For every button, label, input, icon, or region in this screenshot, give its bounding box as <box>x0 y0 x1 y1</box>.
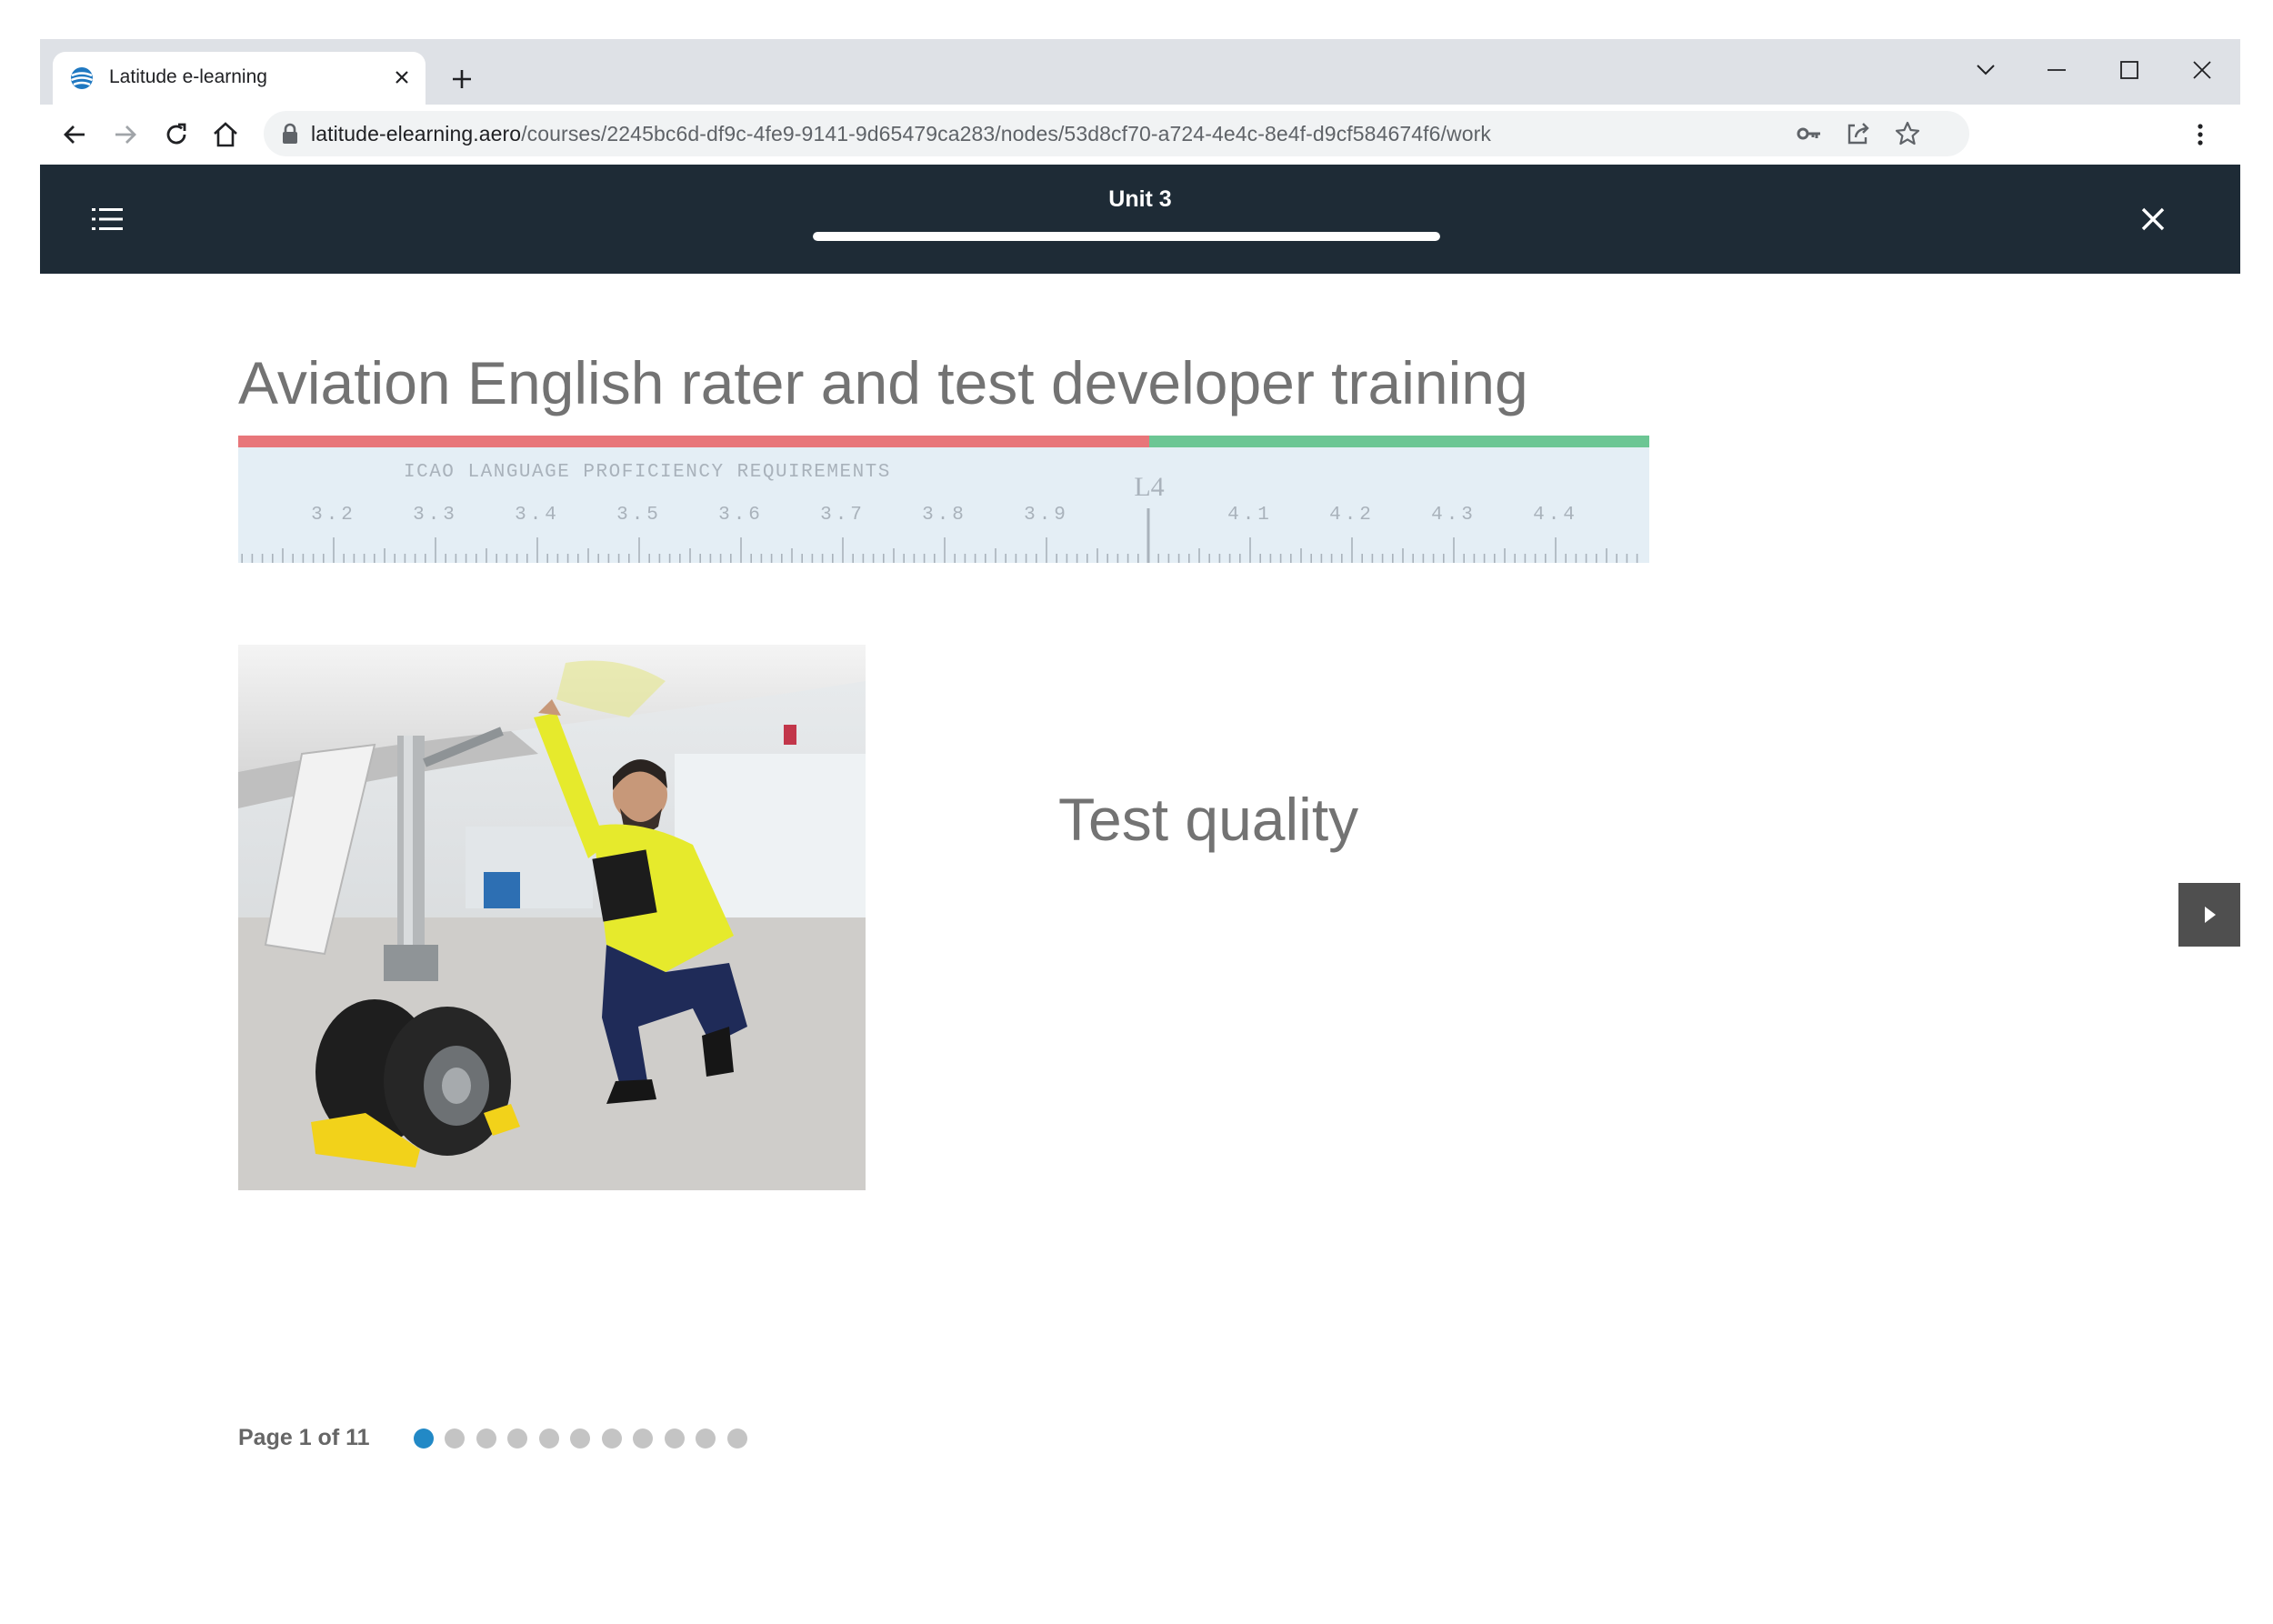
course-title: Aviation English rater and test develope… <box>238 349 1528 416</box>
page-dot-1[interactable] <box>413 1428 434 1449</box>
ruler-tick-label: 3.7 <box>820 505 866 526</box>
tab-search-button[interactable] <box>1958 48 2013 92</box>
key-icon <box>1797 127 1820 140</box>
page-dot-2[interactable] <box>445 1428 466 1449</box>
ruler-heading: ICAO LANGUAGE PROFICIENCY REQUIREMENTS <box>404 462 891 483</box>
page-dot-9[interactable] <box>664 1428 685 1449</box>
bookmark-button[interactable] <box>1893 119 1922 148</box>
ruler-tick-label: 3.6 <box>718 505 764 526</box>
close-course-button[interactable] <box>2131 197 2175 241</box>
close-icon <box>396 71 408 84</box>
mechanic-inspecting-landing-gear-image <box>238 645 866 1190</box>
page-dot-6[interactable] <box>570 1428 591 1449</box>
more-vertical-icon <box>2198 124 2203 145</box>
ruler-tick-label: 4.2 <box>1329 505 1375 526</box>
close-icon <box>2193 61 2211 79</box>
address-bar[interactable]: latitude-elearning.aero/courses/2245bc6d… <box>264 111 1969 156</box>
maximize-icon <box>2120 61 2138 79</box>
ruler-tick-label: 3.8 <box>922 505 967 526</box>
page-dot-8[interactable] <box>633 1428 654 1449</box>
reload-button[interactable] <box>155 113 198 156</box>
home-icon <box>214 122 237 147</box>
browser-tab[interactable]: Latitude e-learning <box>53 52 426 105</box>
page-dot-3[interactable] <box>476 1428 496 1449</box>
browser-menu-button[interactable] <box>2178 113 2222 156</box>
tab-strip: Latitude e-learning <box>40 39 2240 105</box>
page-dot-10[interactable] <box>696 1428 716 1449</box>
next-page-button[interactable] <box>2178 883 2240 947</box>
home-button[interactable] <box>204 113 247 156</box>
ruler-below-level-bar <box>238 436 1149 447</box>
new-tab-button[interactable] <box>444 61 480 97</box>
plus-icon <box>453 70 471 88</box>
tab-title: Latitude e-learning <box>109 66 267 87</box>
chevron-down-icon <box>1977 65 1995 75</box>
ruler-tick-label: 3.2 <box>311 505 356 526</box>
url-path: /courses/2245bc6d-df9c-4fe9-9141-9d65479… <box>521 122 1491 145</box>
lock-icon <box>283 123 297 144</box>
window-close-button[interactable] <box>2175 48 2229 92</box>
password-key-button[interactable] <box>1795 119 1824 148</box>
share-button[interactable] <box>1844 119 1873 148</box>
ruler-tick-label: 3.3 <box>413 505 458 526</box>
back-button[interactable] <box>53 113 96 156</box>
star-icon <box>1895 121 1920 145</box>
page-indicator: Page 1 of 11 <box>238 1425 758 1451</box>
page-dot-7[interactable] <box>601 1428 622 1449</box>
icao-ruler-banner: ICAO LANGUAGE PROFICIENCY REQUIREMENTS L… <box>238 436 1649 563</box>
minimize-icon <box>2048 69 2066 71</box>
page-dot-5[interactable] <box>538 1428 559 1449</box>
unit-progress-bar <box>813 232 1440 241</box>
tab-close-button[interactable] <box>387 63 416 92</box>
ruler-tick-label: 4.1 <box>1227 505 1273 526</box>
ruler-tick-label: 4.3 <box>1431 505 1477 526</box>
page-dots <box>413 1428 759 1449</box>
ruler-above-level-bar <box>1149 436 1649 447</box>
unit-title: Unit 3 <box>1108 186 1172 212</box>
reload-icon <box>166 123 186 145</box>
ruler-tick-label: 3.5 <box>616 505 662 526</box>
arrow-left-icon <box>64 125 85 144</box>
page-dot-4[interactable] <box>507 1428 528 1449</box>
close-icon <box>2141 207 2165 231</box>
forward-button[interactable] <box>104 113 147 156</box>
page-dot-11[interactable] <box>726 1428 747 1449</box>
unit-progress-fill <box>813 232 1440 241</box>
minimize-button[interactable] <box>2029 48 2084 92</box>
play-icon <box>2205 907 2216 923</box>
ruler-tick-label: 4.4 <box>1533 505 1578 526</box>
page-label: Page 1 of 11 <box>238 1425 370 1450</box>
slide-title: Test quality <box>1058 786 1359 853</box>
course-header: Unit 3 <box>40 165 2240 274</box>
ruler-tick-label: 3.4 <box>515 505 560 526</box>
maximize-button[interactable] <box>2102 48 2157 92</box>
url-host: latitude-elearning.aero <box>311 122 522 145</box>
ruler-tick-label: 3.9 <box>1024 505 1069 526</box>
ruler-marker-label: L4 <box>1134 472 1164 502</box>
share-icon <box>1847 123 1869 145</box>
browser-toolbar: latitude-elearning.aero/courses/2245bc6d… <box>40 105 2240 165</box>
browser-window: Latitude e-learning latitude-elearning.a… <box>40 39 2240 1585</box>
arrow-right-icon <box>115 125 136 144</box>
url-text: latitude-elearning.aero/courses/2245bc6d… <box>311 122 1491 146</box>
latitude-globe-icon <box>71 67 93 89</box>
